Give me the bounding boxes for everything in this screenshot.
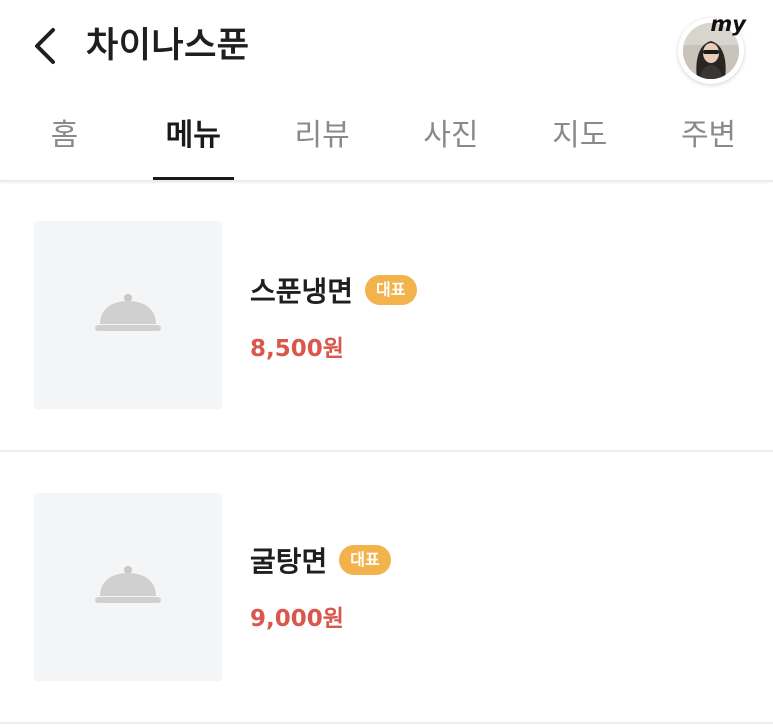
menu-item[interactable]: 굴탕면 대표 9,000원 <box>0 454 773 724</box>
menu-item-name-row: 스푼냉면 대표 <box>250 270 417 310</box>
food-cloche-icon <box>95 566 161 603</box>
menu-item-name: 스푼냉면 <box>250 275 354 308</box>
tab-nearby[interactable]: 주변 <box>644 96 773 180</box>
tab-photos[interactable]: 사진 <box>386 96 515 180</box>
my-profile-avatar[interactable]: my <box>678 12 746 84</box>
menu-item-name-row: 굴탕면 대표 <box>250 540 391 580</box>
menu-item[interactable]: 스푼냉면 대표 8,500원 <box>0 182 773 452</box>
menu-item-name: 굴탕면 <box>250 545 328 578</box>
back-button[interactable] <box>22 20 70 72</box>
representative-badge: 대표 <box>365 275 417 305</box>
menu-item-price: 9,000원 <box>250 606 344 632</box>
menu-item-price: 8,500원 <box>250 336 344 362</box>
tab-home[interactable]: 홈 <box>0 96 129 180</box>
avatar-my-label: my <box>710 12 746 36</box>
representative-badge: 대표 <box>339 545 391 575</box>
menu-item-thumbnail <box>34 493 222 681</box>
page-title: 차이나스푼 <box>86 26 250 66</box>
chevron-left-icon <box>35 28 55 64</box>
app-header: 차이나스푼 my <box>0 0 773 92</box>
tab-map[interactable]: 지도 <box>515 96 644 180</box>
tab-reviews[interactable]: 리뷰 <box>258 96 387 180</box>
food-cloche-icon <box>95 294 161 331</box>
tab-menu[interactable]: 메뉴 <box>129 96 258 180</box>
item-divider <box>0 722 773 724</box>
tab-bar: 홈 메뉴 리뷰 사진 지도 주변 <box>0 96 773 180</box>
item-divider <box>0 450 773 452</box>
menu-item-thumbnail <box>34 221 222 409</box>
